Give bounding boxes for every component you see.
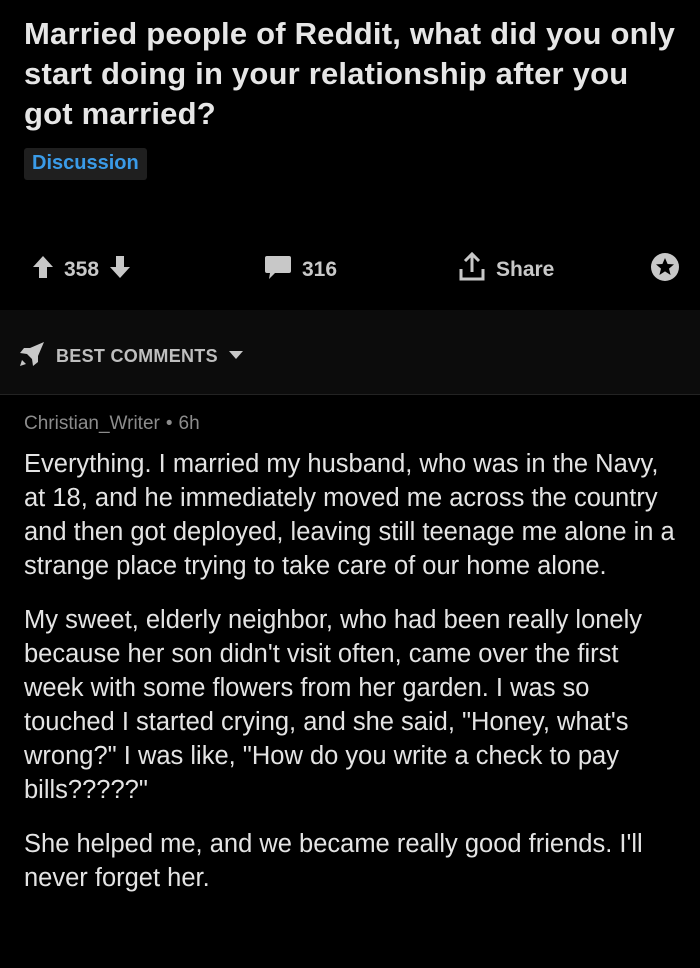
- award-icon: [650, 252, 680, 288]
- share-button[interactable]: Share: [458, 250, 554, 290]
- sort-label: BEST COMMENTS: [56, 346, 218, 366]
- comment-icon: [264, 254, 292, 286]
- share-label: Share: [496, 258, 555, 281]
- award-button[interactable]: [650, 250, 680, 290]
- vote-group: 358: [32, 250, 131, 290]
- comment-age: 6h: [178, 413, 200, 434]
- comments-button[interactable]: 316: [264, 250, 337, 290]
- vote-count: 358: [64, 258, 100, 281]
- comment-paragraph: Everything. I married my husband, who wa…: [24, 450, 675, 580]
- comment-count: 316: [302, 258, 338, 281]
- comment-author[interactable]: Christian_Writer: [24, 413, 160, 434]
- comment-meta: Christian_Writer • 6h: [24, 413, 684, 435]
- upvote-icon[interactable]: [32, 255, 54, 285]
- post-header: Married people of Reddit, what did you o…: [0, 0, 700, 180]
- chevron-down-icon: [228, 348, 244, 366]
- comment-paragraph: She helped me, and we became really good…: [24, 830, 643, 892]
- share-icon: [458, 251, 486, 288]
- post-title: Married people of Reddit, what did you o…: [24, 16, 676, 131]
- post-flair[interactable]: Discussion: [24, 148, 147, 180]
- comment-sort-bar[interactable]: BEST COMMENTS: [0, 310, 700, 395]
- comment-paragraph: My sweet, elderly neighbor, who had been…: [24, 606, 643, 804]
- meta-separator: •: [165, 413, 173, 434]
- post-actions-bar: 358 316 Share: [0, 250, 700, 290]
- rocket-icon: [18, 340, 46, 373]
- downvote-icon[interactable]: [109, 255, 131, 285]
- comment: Christian_Writer • 6h Everything. I marrie…: [24, 413, 684, 915]
